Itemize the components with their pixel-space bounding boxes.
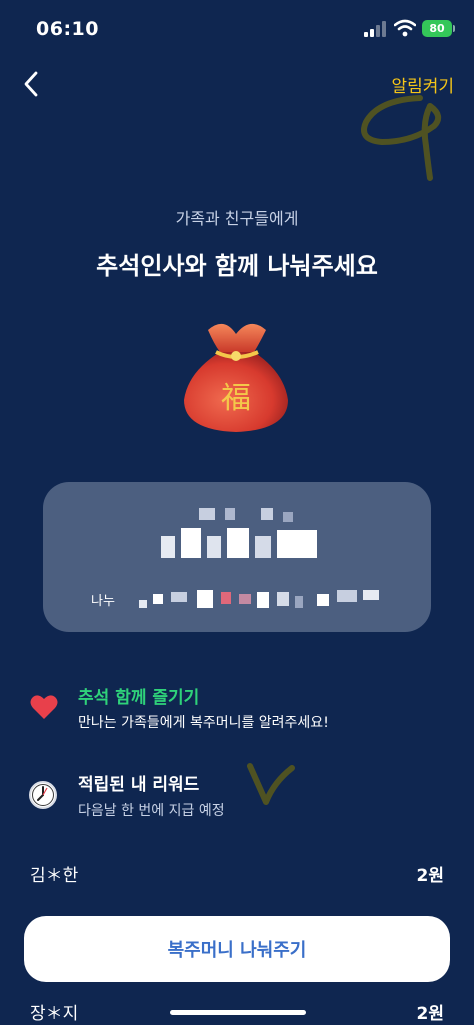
reward-list-name: 장＊지 (30, 1004, 79, 1024)
chevron-left-icon (24, 71, 38, 97)
handwritten-scribble (361, 95, 442, 181)
pixelated-name (161, 508, 317, 566)
share-pouch-button[interactable]: 복주머니 나눠주기 (24, 916, 450, 982)
share-pouch-button-label: 복주머니 나눠주기 (167, 940, 307, 961)
hero-title: 추석인사와 함께 나눠주세요 (96, 252, 378, 280)
svg-text:福: 福 (221, 381, 251, 416)
battery-indicator: 80 (422, 20, 455, 37)
heart-icon (30, 695, 58, 719)
feature-title-rewards: 적립된 내 리워드 (78, 775, 200, 795)
reward-list-amount: 2원 (416, 866, 444, 886)
signal-icon (364, 21, 386, 37)
wifi-icon (394, 19, 416, 37)
handwritten-checkmark (247, 763, 295, 805)
reward-list-name: 김＊한 (30, 866, 79, 886)
battery-level: 80 (429, 22, 445, 35)
status-time: 06:10 (36, 18, 99, 40)
share-card: 나누 (43, 482, 431, 632)
clock-icon (29, 781, 57, 809)
feature-desc-enjoy: 만나는 가족들에게 복주머니를 알려주세요! (78, 715, 329, 731)
home-indicator (170, 1010, 306, 1015)
feature-desc-rewards: 다음날 한 번에 지급 예정 (78, 803, 225, 819)
pixelated-share-info (139, 588, 389, 610)
back-button[interactable] (14, 64, 48, 104)
lucky-pouch-icon: 福 (184, 323, 288, 432)
notification-toggle-button[interactable]: 알림켜기 (391, 72, 454, 97)
feature-title-enjoy: 추석 함께 즐기기 (78, 688, 200, 708)
hero-subtitle: 가족과 친구들에게 (175, 209, 299, 228)
status-bar: 06:10 80 (0, 0, 474, 58)
share-label: 나누 (91, 594, 115, 609)
reward-list-amount: 2원 (416, 1004, 444, 1024)
